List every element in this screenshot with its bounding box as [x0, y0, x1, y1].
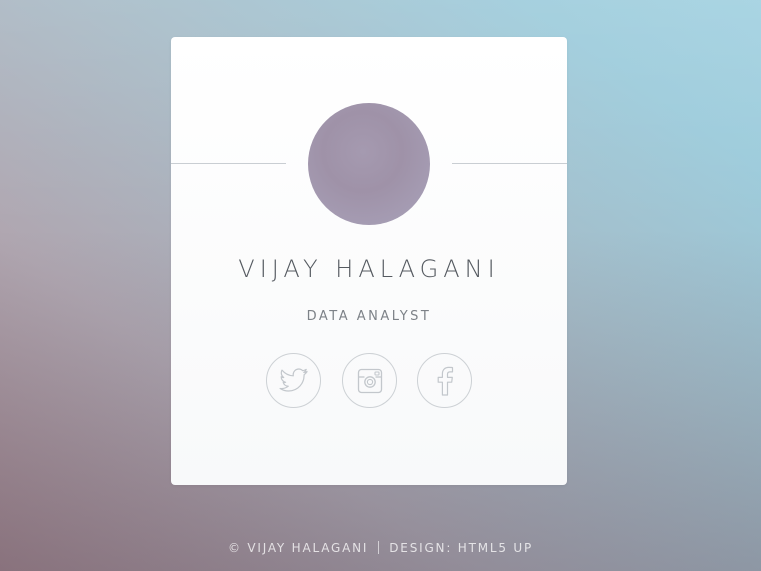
social-links — [266, 353, 472, 409]
footer: © VIJAY HALAGANI DESIGN: HTML5 UP — [0, 541, 761, 555]
footer-separator — [378, 541, 380, 554]
profile-card: VIJAY HALAGANI DATA ANALYST — [171, 37, 567, 485]
twitter-link[interactable] — [266, 353, 321, 408]
instagram-icon — [357, 368, 382, 393]
profile-name: VIJAY HALAGANI — [238, 255, 500, 283]
avatar — [308, 103, 430, 225]
avatar-row — [171, 103, 567, 225]
instagram-link[interactable] — [342, 353, 397, 408]
footer-design-link[interactable]: DESIGN: HTML5 UP — [389, 541, 533, 555]
profile-title: DATA ANALYST — [306, 309, 432, 324]
footer-copyright: © VIJAY HALAGANI — [227, 541, 369, 555]
twitter-icon — [279, 367, 308, 392]
facebook-icon — [437, 366, 453, 396]
divider-right — [452, 163, 567, 164]
facebook-link[interactable] — [417, 353, 472, 408]
divider-left — [171, 163, 286, 164]
